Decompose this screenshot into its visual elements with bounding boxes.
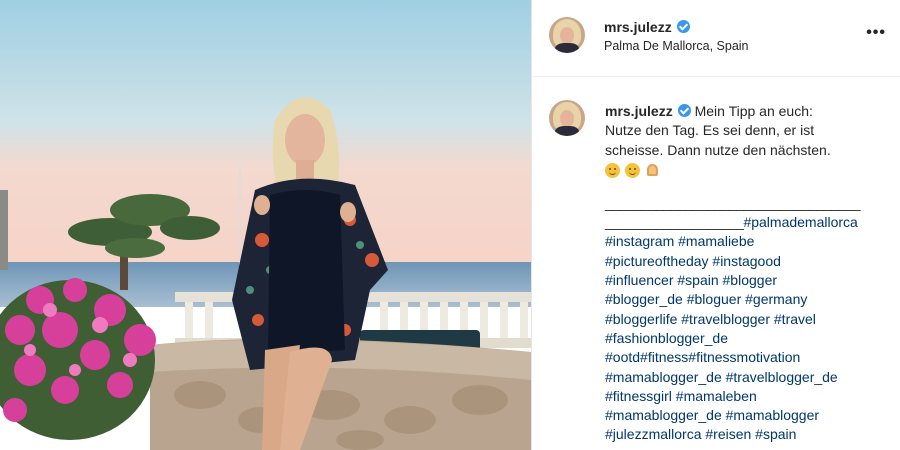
post-header: mrs.julezz Palma De Mallorca, Spain ••• bbox=[532, 0, 900, 77]
username-text[interactable]: mrs.julezz bbox=[604, 19, 672, 35]
hashtag-line[interactable]: #blogger_de #bloguer #germany bbox=[605, 290, 890, 309]
hashtag-line[interactable]: #pictureoftheday #instagood bbox=[605, 252, 890, 271]
caption-username[interactable]: mrs.julezz bbox=[605, 103, 673, 119]
hashtag-line[interactable]: #julezzmallorca #reisen #spain bbox=[605, 425, 890, 444]
caption-text-line: Nutze den Tag. Es sei denn, er ist bbox=[605, 122, 815, 139]
more-horizontal-icon[interactable]: ••• bbox=[866, 24, 886, 42]
hashtag-line[interactable]: #fitnessgirl #mamaleben bbox=[605, 387, 890, 406]
flexed-biceps-icon bbox=[645, 163, 660, 178]
verified-badge-icon bbox=[676, 20, 690, 33]
photo-scene bbox=[0, 0, 531, 450]
avatar[interactable] bbox=[549, 17, 585, 53]
caption-avatar[interactable] bbox=[549, 100, 585, 136]
separator-line: ___________________ bbox=[605, 214, 744, 231]
post-photo[interactable] bbox=[0, 0, 531, 450]
hashtag-line[interactable]: #instagram #mamaliebe bbox=[605, 232, 890, 251]
hashtag-line[interactable]: #bloggerlife #travelblogger #travel bbox=[605, 310, 890, 329]
hashtag-link[interactable]: #palmademallorca bbox=[743, 214, 857, 230]
hashtag-line[interactable]: #fashionblogger_de bbox=[605, 329, 890, 348]
hashtag-line[interactable]: #influencer #spain #blogger bbox=[605, 271, 890, 290]
post-side-panel: mrs.julezz Palma De Mallorca, Spain ••• … bbox=[531, 0, 900, 450]
username-link[interactable]: mrs.julezz bbox=[604, 19, 690, 35]
hashtag-line[interactable]: #ootd#fitness#fitnessmotivation bbox=[605, 348, 890, 367]
caption: mrs.julezz Mein Tipp an euch: Nutze den … bbox=[605, 102, 890, 445]
location-link[interactable]: Palma De Mallorca, Spain bbox=[604, 39, 749, 53]
hashtag-line[interactable]: #mamablogger_de #mamablogger bbox=[605, 406, 890, 425]
separator-line: ___________________________________ bbox=[605, 194, 861, 211]
verified-badge-icon bbox=[677, 104, 691, 117]
emoji-row bbox=[605, 162, 890, 181]
smiling-face-icon bbox=[605, 162, 620, 178]
rolling-laughing-face-icon bbox=[625, 162, 640, 178]
caption-text-line: scheisse. Dann nutze den nächsten. bbox=[605, 141, 831, 158]
caption-text-line: Mein Tipp an euch: bbox=[694, 103, 813, 119]
hashtag-line[interactable]: #mamablogger_de #travelblogger_de bbox=[605, 368, 890, 387]
